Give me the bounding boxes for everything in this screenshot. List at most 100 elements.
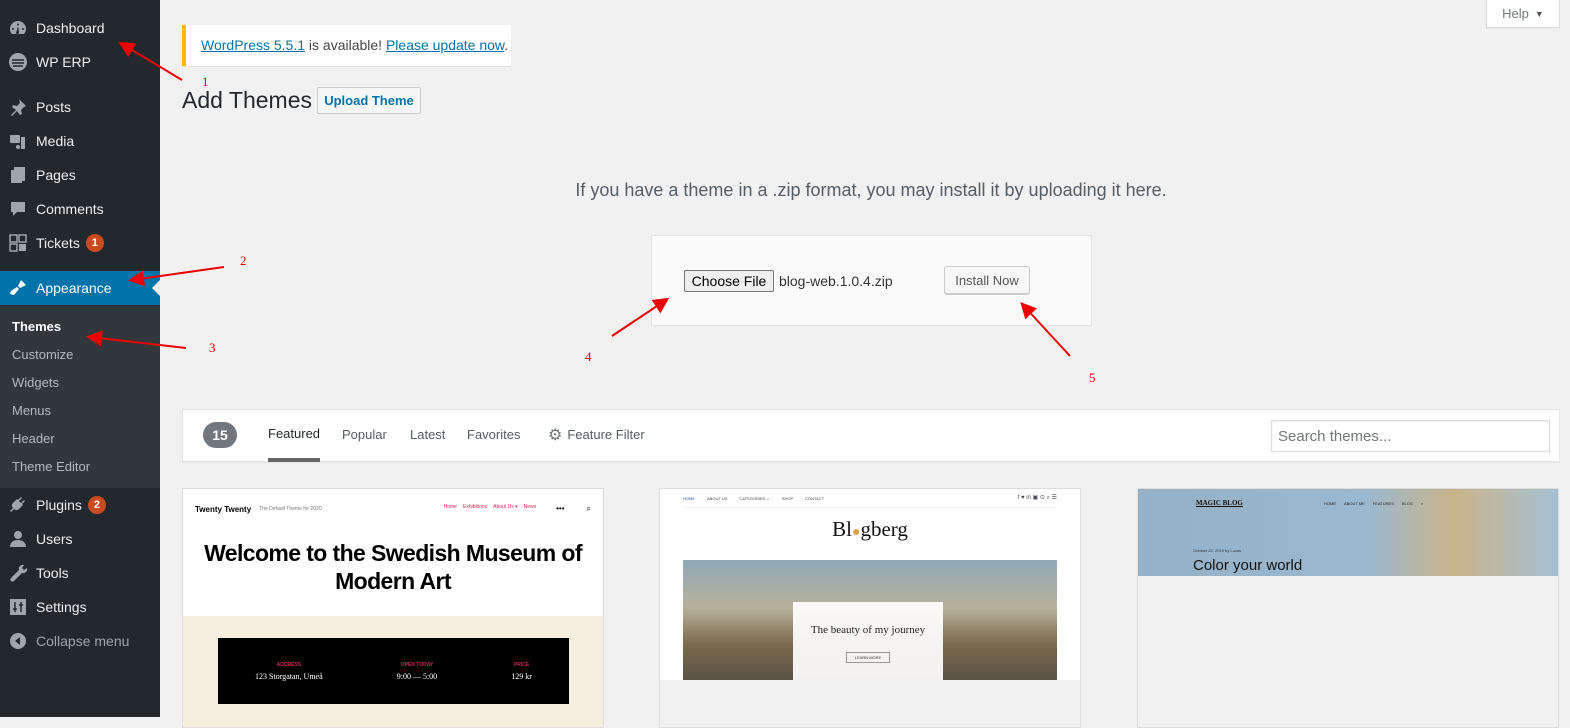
preview-info-col: OPEN TODAY 9:00 — 5:00 [397,662,437,681]
theme-card-twenty-twenty[interactable]: Twenty Twenty The Default Theme for 2020… [182,488,604,728]
preview-lower-section: ADDRESS 123 Storgatan, Umeå OPEN TODAY 9:0… [183,616,603,727]
menu-plugins[interactable]: Plugins 2 [0,488,160,522]
upload-theme-form: Choose File blog-web.1.0.4.zip Install N… [651,235,1092,326]
menu-pages[interactable]: Pages [0,158,160,192]
preview-nav-item: ABOUT US [707,495,728,501]
menu-wp-erp[interactable]: WP ERP [0,45,160,79]
menu-settings[interactable]: Settings [0,590,160,624]
page-title: Add Themes [182,87,312,113]
update-now-link[interactable]: Please update now [386,37,504,53]
preview-nav-item: SHOP [781,495,794,501]
tab-featured[interactable]: Featured [268,410,321,462]
preview-heading: Welcome to the Swedish Museum of Modern … [204,540,582,594]
preview-hero-image: The beauty of my journey LEARN MORE [683,560,1057,682]
submenu-themes[interactable]: Themes [0,313,160,341]
menu-media[interactable]: Media [0,124,160,158]
preview-post-title: Color your world [1193,557,1303,574]
user-icon [0,529,36,549]
submenu-widgets[interactable]: Widgets [0,369,160,397]
tickets-icon [0,233,36,253]
admin-sidebar: Dashboard WP ERP Posts Media Pages Comme… [0,0,160,717]
submenu-menus[interactable]: Menus [0,397,160,425]
settings-icon [0,597,36,617]
choose-file-button[interactable]: Choose File [684,270,774,292]
update-notice: WordPress 5.5.1 is available! Please upd… [182,25,511,66]
submenu-customize[interactable]: Customize [0,341,160,369]
menu-tools[interactable]: Tools [0,556,160,590]
logo-part: gberg [860,517,908,541]
social-icons: f ♥ in ▣ ⊙ ⌕ ☰ [1017,495,1057,501]
wordpress-version-link[interactable]: WordPress 5.5.1 [201,37,305,53]
preview-nav-item: HOME [1324,501,1336,506]
wp-erp-icon [0,52,36,72]
menu-label: Media [36,133,75,149]
preview-info-col: PRICE 129 kr [511,662,532,681]
preview-info-box: ADDRESS 123 Storgatan, Umeå OPEN TODAY 9:0… [218,638,569,704]
menu-dashboard[interactable]: Dashboard [0,11,160,45]
install-now-button[interactable]: Install Now [944,266,1030,294]
menu-dots-icon: ••• [556,504,565,513]
menu-label: Settings [36,599,87,615]
theme-card-blogberg[interactable]: HOME ABOUT US CATEGORIES ⌄ SHOP CONTACT … [659,488,1081,728]
menu-label: Dashboard [36,20,105,36]
search-icon: ⌕ [586,504,591,513]
preview-nav-item: CONTACT [805,495,825,501]
tab-popular[interactable]: Popular [342,410,387,462]
annotation-label: 5 [1089,370,1096,385]
info-label: ADDRESS [276,661,302,668]
media-icon [0,131,36,151]
menu-label: Tickets [36,235,80,251]
preview-nav: HOME ABOUT ME FEATURES BLOG ⌕ [1324,501,1423,506]
help-label: Help [1502,6,1529,21]
preview-logo: MAGIC BLOG [1196,499,1243,507]
plugin-icon [0,495,36,515]
selected-file-name: blog-web.1.0.4.zip [779,273,893,289]
notice-text: is available! [305,37,386,53]
menu-tickets[interactable]: Tickets 1 [0,226,160,260]
preview-nav: Home Exhibitions About Us ▾ News ••• ⌕ [444,504,591,514]
preview-nav: HOME ABOUT US CATEGORIES ⌄ SHOP CONTACT … [683,489,1057,508]
pages-icon [0,165,36,185]
search-themes-input[interactable] [1271,420,1550,452]
annotation-label: 3 [209,340,216,355]
theme-card-magic-blog[interactable]: MAGIC BLOG HOME ABOUT ME FEATURES BLOG ⌕… [1137,488,1559,728]
pin-icon [0,97,36,117]
tab-latest[interactable]: Latest [410,410,445,462]
menu-comments[interactable]: Comments [0,192,160,226]
preview-nav-item: FEATURES [1372,501,1394,506]
annotation-label: 2 [240,253,247,268]
menu-users[interactable]: Users [0,522,160,556]
preview-nav-item: CATEGORIES ⌄ [739,495,770,501]
theme-preview-header: Twenty Twenty The Default Theme for 2020… [195,499,591,519]
help-tab-button[interactable]: Help ▼ [1486,0,1560,28]
preview-logo: Bl●gberg [660,517,1080,542]
menu-appearance[interactable]: Appearance [0,271,160,305]
menu-label: Appearance [36,280,112,296]
theme-filter-bar: 15 Featured Popular Latest Favorites ⚙ Fe… [182,409,1560,462]
preview-date: October 22, 2019 by Lucas [1193,548,1242,553]
comment-icon [0,199,36,219]
preview-placeholder [1138,576,1558,727]
submenu-header[interactable]: Header [0,425,160,453]
menu-posts[interactable]: Posts [0,90,160,124]
info-label: OPEN TODAY [400,661,434,668]
collapse-menu-button[interactable]: Collapse menu [0,624,160,658]
logo-part: Bl [832,517,852,541]
submenu-theme-editor[interactable]: Theme Editor [0,453,160,481]
feature-filter-button[interactable]: ⚙ Feature Filter [548,410,645,462]
appearance-submenu: Themes Customize Widgets Menus Header Th… [0,306,160,488]
preview-nav-item: HOME [683,495,695,501]
menu-label: Tools [36,565,69,581]
menu-label: Collapse menu [36,633,130,649]
upload-theme-button[interactable]: Upload Theme [317,87,421,114]
plugins-count-badge: 2 [87,496,106,514]
preview-nav-item: ABOUT ME [1344,501,1365,506]
info-value: 129 kr [511,671,532,681]
caret-down-icon: ▼ [1534,8,1544,19]
preview-nav-item: Exhibitions [462,504,488,510]
preview-nav-item: ⌕ [1421,501,1424,506]
tab-favorites[interactable]: Favorites [467,410,520,462]
collapse-icon [0,631,36,651]
preview-info-col: ADDRESS 123 Storgatan, Umeå [255,662,323,681]
menu-label: Pages [36,167,76,183]
